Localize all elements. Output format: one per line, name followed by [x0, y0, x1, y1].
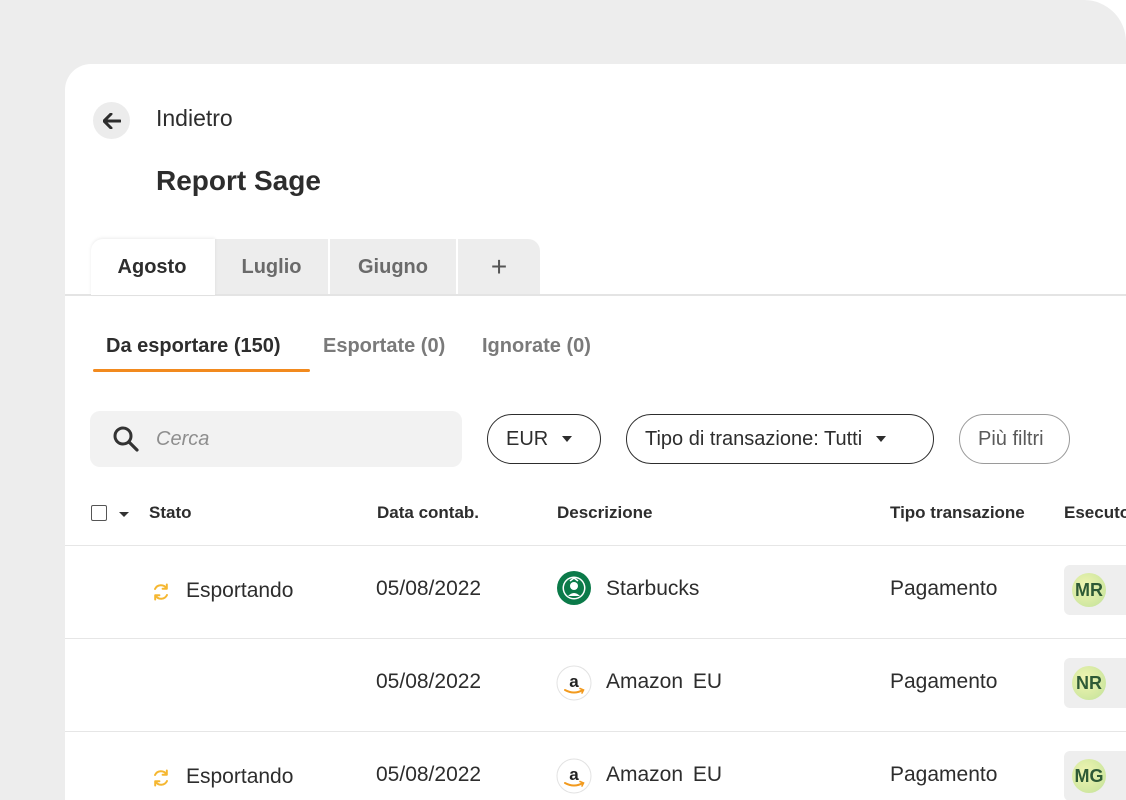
search-placeholder: Cerca: [156, 427, 210, 450]
tab-giugno[interactable]: Giugno: [330, 239, 458, 295]
tab-agosto[interactable]: Agosto: [91, 239, 215, 295]
row-status: Esportando: [186, 579, 294, 602]
chevron-down-icon: [562, 436, 573, 442]
transaction-type-filter[interactable]: Tipo di transazione: Tutti: [626, 414, 934, 464]
search-input[interactable]: Cerca: [90, 411, 462, 467]
sync-icon: [154, 769, 168, 787]
tabs-divider: [65, 294, 1126, 296]
active-tab-underline: [93, 369, 310, 372]
row-description: Amazon EU: [606, 670, 723, 693]
more-filters-button[interactable]: Più filtri: [959, 414, 1070, 464]
tab-luglio[interactable]: Luglio: [215, 239, 330, 295]
executor-cell: MG: [1064, 751, 1126, 800]
row-description: Starbucks: [606, 577, 700, 600]
select-all-checkbox[interactable]: [91, 505, 107, 521]
page-title: Report Sage: [156, 165, 321, 196]
avatar[interactable]: MG: [1072, 759, 1106, 793]
amazon-logo-icon: a: [556, 665, 592, 701]
row-status: Esportando: [186, 765, 294, 788]
column-header-description[interactable]: Descrizione: [557, 503, 652, 523]
table-row[interactable]: Esportando 05/08/2022 Starbucks Pagament…: [65, 546, 1126, 638]
month-tabs: Agosto Luglio Giugno +: [91, 239, 540, 295]
transaction-type-filter-label: Tipo di transazione: Tutti: [645, 427, 863, 450]
avatar[interactable]: MR: [1072, 573, 1106, 607]
starbucks-logo-icon: [557, 571, 591, 605]
row-transaction-type: Pagamento: [890, 577, 998, 600]
sync-icon: [154, 583, 168, 601]
search-icon: [113, 426, 139, 452]
row-description: Amazon EU: [606, 763, 723, 786]
row-transaction-type: Pagamento: [890, 670, 998, 693]
column-header-status[interactable]: Stato: [149, 503, 192, 523]
executor-cell: MR: [1064, 565, 1126, 615]
amazon-logo-icon: a: [556, 758, 592, 794]
window-frame: Indietro Report Sage Agosto Luglio Giugn…: [0, 0, 1126, 800]
row-transaction-type: Pagamento: [890, 763, 998, 786]
avatar[interactable]: NR: [1072, 666, 1106, 700]
executor-cell: NR: [1064, 658, 1126, 708]
table-row[interactable]: Esportando 05/08/2022 a Amazon EU Pagame…: [65, 732, 1126, 800]
column-header-transaction-type[interactable]: Tipo transazione: [890, 503, 1025, 523]
currency-filter[interactable]: EUR: [487, 414, 601, 464]
status-tab-to-export[interactable]: Da esportare (150): [106, 335, 281, 358]
column-header-date[interactable]: Data contab.: [377, 503, 479, 523]
row-date: 05/08/2022: [376, 670, 482, 693]
svg-text:a: a: [569, 672, 579, 691]
arrow-left-icon: [102, 112, 121, 129]
column-header-executor[interactable]: Esecutore: [1064, 503, 1126, 523]
back-label[interactable]: Indietro: [156, 105, 233, 132]
back-button[interactable]: [93, 102, 130, 139]
table-row[interactable]: 05/08/2022 a Amazon EU Pagamento NR: [65, 639, 1126, 731]
select-dropdown-caret-icon[interactable]: [119, 512, 129, 517]
row-date: 05/08/2022: [376, 577, 482, 600]
chevron-down-icon: [876, 436, 887, 442]
add-tab-button[interactable]: +: [458, 239, 540, 295]
report-panel: Indietro Report Sage Agosto Luglio Giugn…: [65, 64, 1126, 800]
currency-filter-label: EUR: [506, 427, 549, 450]
svg-text:a: a: [569, 765, 579, 784]
status-tab-ignored[interactable]: Ignorate (0): [482, 335, 591, 358]
row-date: 05/08/2022: [376, 763, 482, 786]
status-tab-exported[interactable]: Esportate (0): [323, 335, 445, 358]
